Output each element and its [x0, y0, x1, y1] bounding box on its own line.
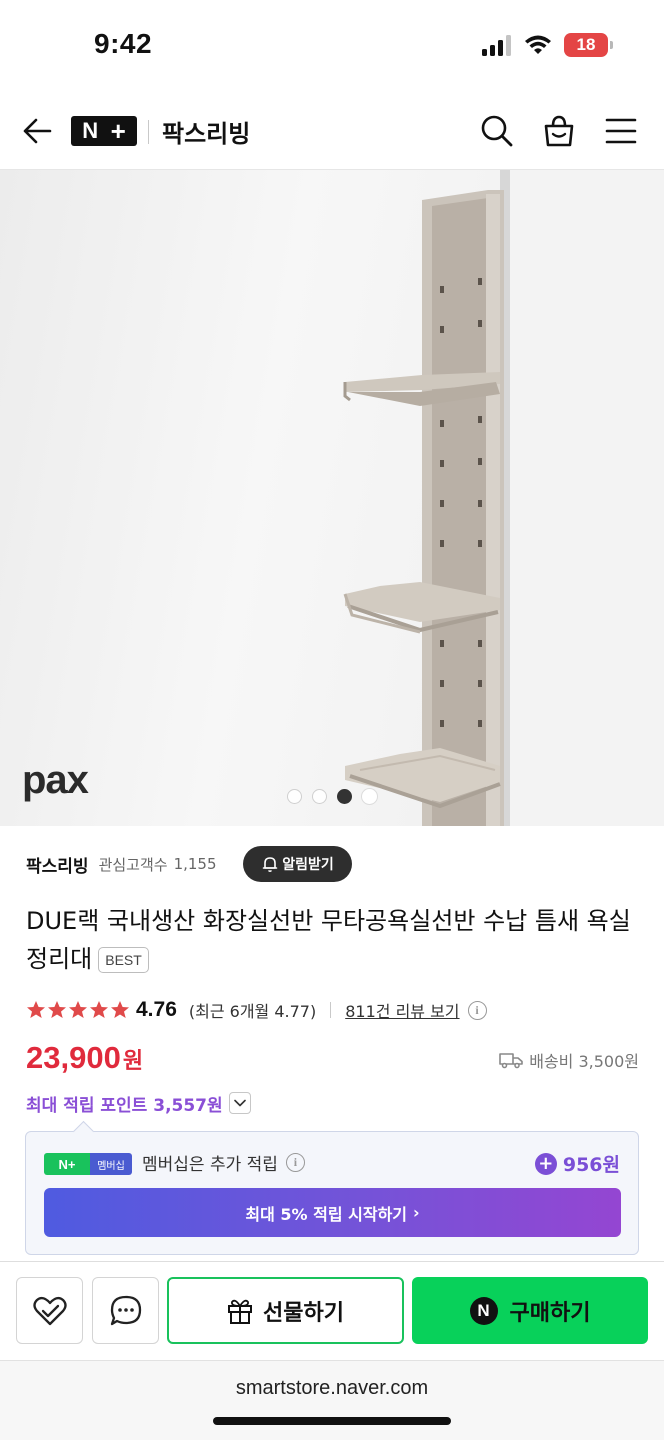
home-indicator[interactable] — [213, 1417, 451, 1425]
star-rating — [26, 1000, 130, 1020]
top-header: N + 팍스리빙 — [0, 92, 664, 170]
price-value: 23,900 — [26, 1040, 121, 1075]
max-points[interactable]: 최대 적립 포인트 3,557원 — [26, 1088, 251, 1118]
gift-button[interactable]: 선물하기 — [167, 1277, 404, 1344]
best-badge: BEST — [98, 947, 149, 973]
menu-button[interactable] — [602, 112, 640, 150]
gift-label: 선물하기 — [263, 1300, 344, 1326]
rating-divider — [330, 1002, 332, 1018]
wishlist-button[interactable] — [16, 1277, 83, 1344]
header-divider — [148, 120, 149, 144]
shipping-fee: 배송비 3,500원 — [499, 1048, 639, 1072]
rating-value: 4.76 — [136, 998, 177, 1021]
chat-button[interactable] — [92, 1277, 159, 1344]
battery-icon: 18 — [564, 33, 613, 57]
truck-icon — [499, 1053, 524, 1069]
info-icon[interactable]: i — [467, 1000, 487, 1020]
membership-text: 멤버십은 추가 적립 i — [142, 1150, 305, 1175]
buy-label: 구매하기 — [509, 1300, 591, 1326]
cart-button[interactable] — [540, 112, 578, 150]
back-button[interactable] — [18, 112, 56, 150]
plus-circle-icon: + — [534, 1152, 557, 1175]
buy-button[interactable]: N 구매하기 — [412, 1277, 648, 1344]
fav-customers-count: 1,155 — [173, 855, 217, 873]
notify-button[interactable]: 알림받기 — [243, 846, 352, 882]
star-icon — [90, 1001, 108, 1018]
back-arrow-icon — [23, 118, 52, 144]
membership-points: + 956원 — [534, 1150, 620, 1177]
reviews-link[interactable]: 811건 리뷰 보기 — [345, 998, 459, 1022]
info-icon[interactable]: i — [285, 1153, 305, 1172]
price-currency: 원 — [122, 1049, 144, 1074]
wifi-icon — [525, 35, 551, 54]
heart-check-icon — [32, 1296, 67, 1325]
browser-url-bar[interactable]: smartstore.naver.com — [0, 1360, 664, 1440]
membership-start-button[interactable]: 최대 5% 적립 시작하기 › — [44, 1188, 621, 1237]
price: 23,900 원 — [26, 1040, 143, 1082]
star-icon — [27, 1001, 45, 1018]
hamburger-menu-icon — [605, 118, 637, 144]
star-icon — [111, 1001, 129, 1018]
membership-start-label: 최대 5% 적립 시작하기 — [245, 1204, 408, 1224]
shipping-fee-text: 배송비 3,500원 — [529, 1052, 639, 1071]
recent-rating: (최근 6개월 4.77) — [188, 1002, 317, 1021]
store-info-row: 팍스리빙 관심고객수 1,155 — [26, 846, 217, 882]
product-photo-shelf — [343, 170, 664, 826]
membership-badge-logo: N+ — [44, 1153, 90, 1175]
membership-text-label: 멤버십은 추가 적립 — [142, 1155, 278, 1175]
signal-icon — [482, 35, 511, 56]
star-icon — [69, 1001, 87, 1018]
store-name-link[interactable]: 팍스리빙 — [26, 852, 89, 877]
status-time: 9:42 — [94, 28, 153, 59]
max-points-text: 최대 적립 포인트 3,557원 — [26, 1095, 223, 1116]
chevron-right-icon: › — [413, 1203, 420, 1222]
gift-icon — [228, 1299, 253, 1324]
status-icons: 18 — [482, 33, 613, 57]
membership-points-value: 956원 — [562, 1154, 620, 1176]
url-text[interactable]: smartstore.naver.com — [0, 1377, 664, 1400]
carousel-dot[interactable] — [287, 789, 302, 804]
rating-row: 4.76 (최근 6개월 4.77) 811건 리뷰 보기 i — [26, 996, 487, 1024]
battery-level: 18 — [576, 35, 596, 54]
shopping-bag-icon — [544, 115, 574, 147]
carousel-dot[interactable] — [362, 789, 377, 804]
logo-plus: + — [110, 116, 126, 146]
product-image-carousel[interactable]: pax — [0, 170, 664, 826]
notify-label: 알림받기 — [282, 857, 334, 873]
status-bar: 9:42 18 — [0, 0, 664, 92]
search-button[interactable] — [478, 112, 516, 150]
bell-plus-icon — [262, 857, 278, 872]
carousel-dot-active[interactable] — [337, 789, 352, 804]
naver-pay-icon: N — [469, 1296, 498, 1325]
membership-box: N+ 멤버십 멤버십은 추가 적립 i + 956원 최대 5% 적립 시작하기… — [25, 1131, 639, 1255]
naver-plus-membership-badge: N+ 멤버십 — [44, 1153, 132, 1175]
brand-logo: pax — [22, 758, 89, 802]
logo-n: N — [82, 118, 99, 143]
carousel-dot[interactable] — [312, 789, 327, 804]
membership-badge-label: 멤버십 — [90, 1153, 132, 1175]
search-icon — [481, 115, 513, 147]
star-icon — [48, 1001, 66, 1018]
chat-bubble-icon — [110, 1295, 141, 1325]
header-store-name[interactable]: 팍스리빙 — [162, 114, 250, 149]
naver-plus-logo[interactable]: N + — [71, 116, 137, 146]
product-title: DUE랙 국내생산 화장실선반 무타공욕실선반 수납 틈새 욕실정리대 BEST — [26, 902, 636, 978]
carousel-indicator[interactable] — [287, 789, 377, 804]
chevron-down-icon[interactable] — [228, 1092, 251, 1114]
bottom-action-bar: 선물하기 N 구매하기 — [0, 1261, 664, 1359]
fav-customers-label: 관심고객수 — [98, 855, 168, 874]
